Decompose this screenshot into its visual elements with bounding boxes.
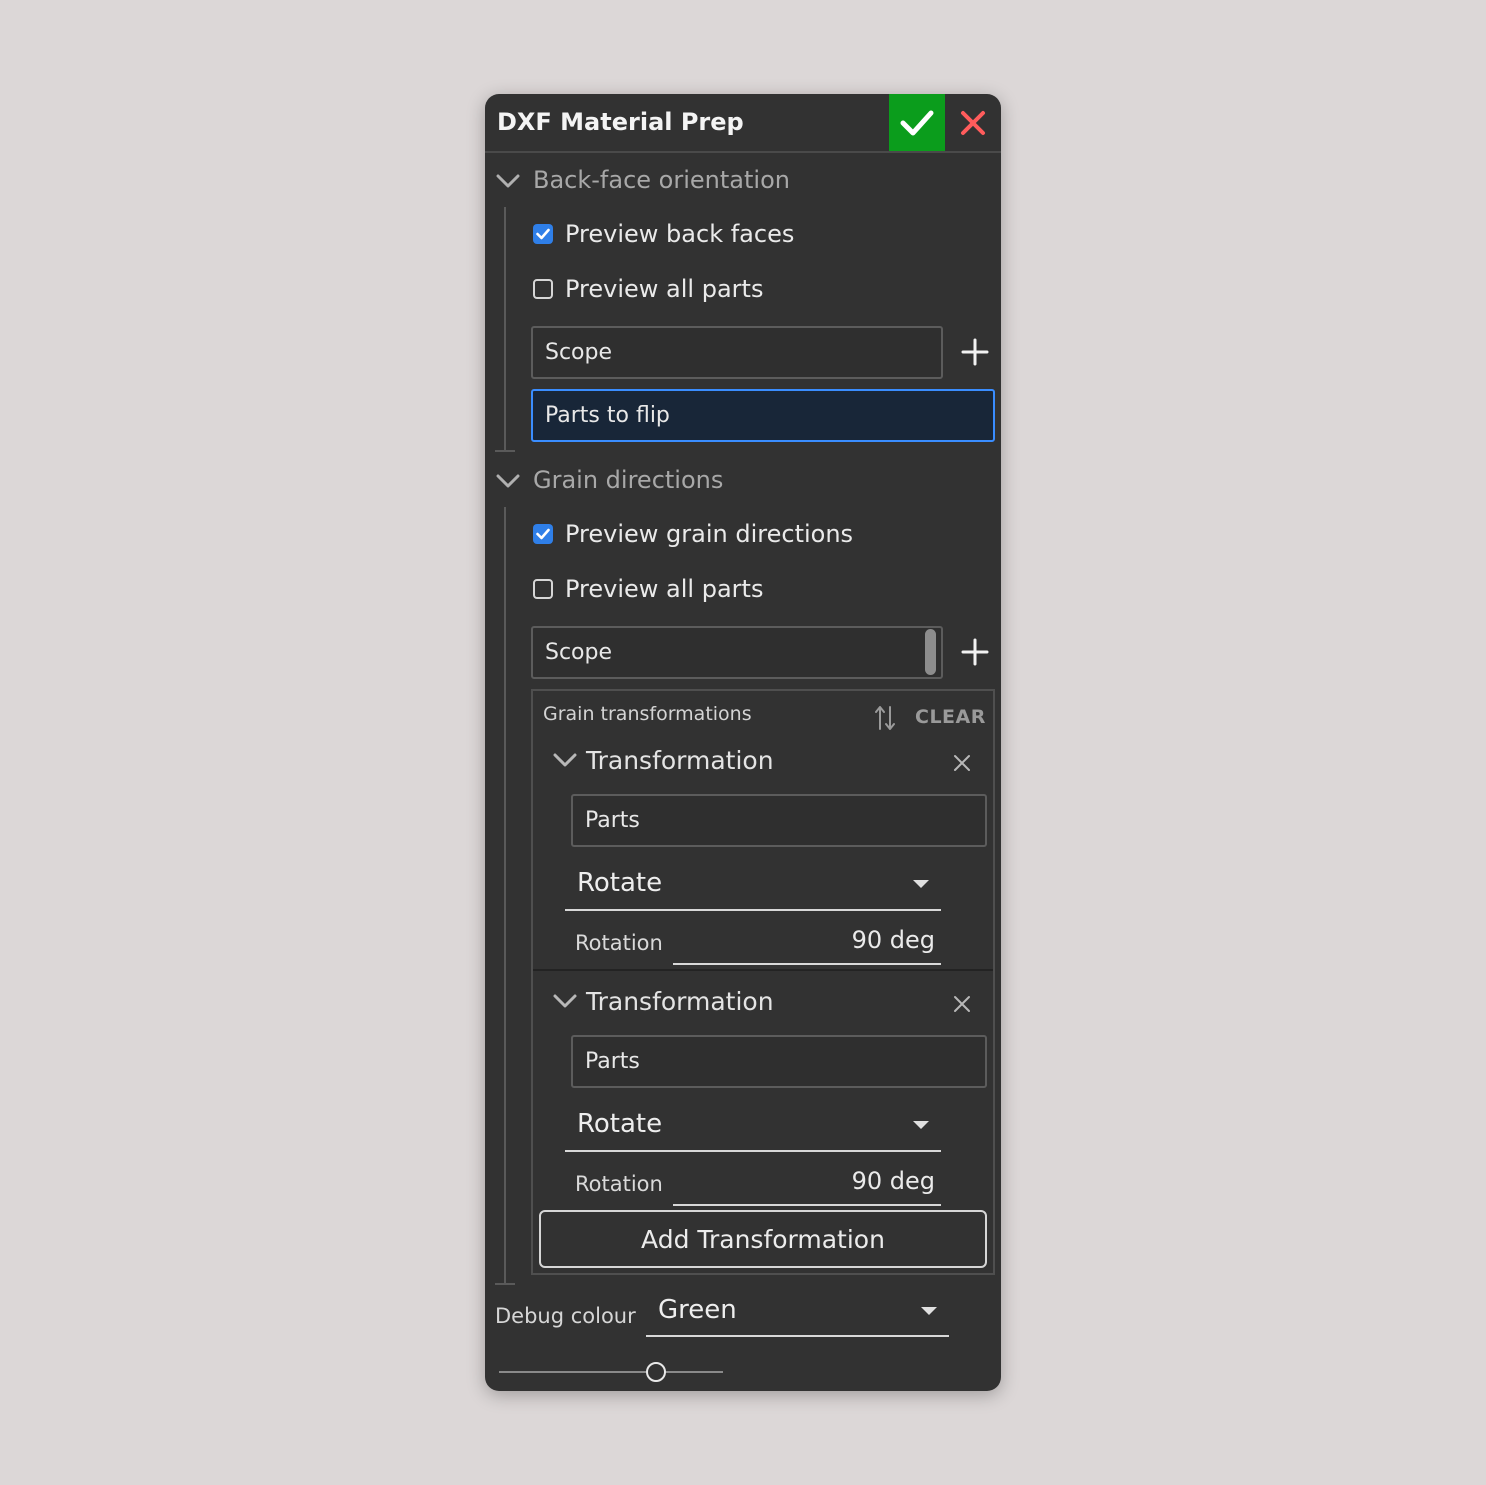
checkmark-icon bbox=[900, 110, 934, 135]
grain-preview-all-parts-label: Preview all parts bbox=[565, 575, 764, 603]
checkbox-unchecked-icon bbox=[533, 279, 553, 299]
section-rail-end bbox=[495, 1283, 515, 1285]
debug-colour-value: Green bbox=[658, 1295, 737, 1325]
grain-section-title[interactable]: Grain directions bbox=[533, 466, 723, 494]
grain-preview-all-parts-checkbox[interactable]: Preview all parts bbox=[533, 575, 763, 603]
checkbox-checked-icon bbox=[533, 524, 553, 544]
checkbox-unchecked-icon bbox=[533, 579, 553, 599]
transformation-2-title: Transformation bbox=[586, 987, 774, 1016]
remove-transformation-1-icon[interactable] bbox=[953, 754, 971, 772]
grain-section-toggle[interactable] bbox=[495, 473, 521, 493]
debug-colour-label: Debug colour bbox=[495, 1304, 636, 1328]
transformation-1-rotation-label: Rotation bbox=[575, 931, 663, 955]
chevron-down-icon bbox=[496, 174, 520, 188]
dialog-title: DXF Material Prep bbox=[497, 108, 744, 136]
back-face-section-toggle[interactable] bbox=[495, 173, 521, 193]
add-scope-icon[interactable] bbox=[960, 337, 990, 367]
back-face-scope-placeholder: Scope bbox=[545, 340, 613, 365]
transformation-1-toggle[interactable] bbox=[552, 752, 578, 772]
remove-transformation-2-icon[interactable] bbox=[953, 995, 971, 1013]
dxf-material-prep-dialog: DXF Material Prep Back-face orientation … bbox=[485, 94, 1001, 1391]
scope-scrollbar[interactable] bbox=[925, 629, 936, 675]
dropdown-caret-icon bbox=[913, 1121, 929, 1129]
parts-to-flip-field[interactable]: Parts to flip bbox=[531, 389, 995, 442]
preview-all-parts-label: Preview all parts bbox=[565, 275, 764, 303]
preview-all-parts-checkbox[interactable]: Preview all parts bbox=[533, 275, 763, 303]
chevron-down-icon bbox=[553, 753, 577, 767]
transformation-1-type-select[interactable]: Rotate bbox=[565, 862, 941, 911]
transformation-2-parts-field[interactable]: Parts bbox=[571, 1035, 987, 1088]
section-rail bbox=[504, 507, 506, 1284]
section-rail bbox=[504, 207, 506, 451]
transformation-2-type-value: Rotate bbox=[577, 1109, 663, 1139]
transformation-1-title: Transformation bbox=[586, 746, 774, 775]
preview-back-faces-label: Preview back faces bbox=[565, 220, 795, 248]
grain-transformations-label: Grain transformations bbox=[543, 703, 752, 725]
add-transformation-button[interactable]: Add Transformation bbox=[539, 1210, 987, 1268]
preview-back-faces-checkbox[interactable]: Preview back faces bbox=[533, 220, 794, 248]
slider-handle[interactable] bbox=[645, 1362, 666, 1382]
preview-grain-directions-label: Preview grain directions bbox=[565, 520, 854, 548]
dropdown-caret-icon bbox=[913, 880, 929, 888]
clear-button[interactable]: CLEAR bbox=[915, 706, 986, 728]
transformation-1-parts-field[interactable]: Parts bbox=[571, 794, 987, 847]
checkbox-checked-icon bbox=[533, 224, 553, 244]
cancel-button[interactable] bbox=[945, 94, 1001, 151]
transformation-1-type-value: Rotate bbox=[577, 868, 663, 898]
debug-colour-select[interactable]: Green bbox=[646, 1289, 949, 1337]
transformation-1-rotation-input[interactable]: 90 deg bbox=[673, 926, 941, 965]
transformation-1-parts-placeholder: Parts bbox=[585, 808, 640, 833]
close-icon bbox=[961, 110, 985, 135]
grain-scope-field[interactable]: Scope bbox=[531, 626, 943, 679]
dialog-header: DXF Material Prep bbox=[485, 94, 1001, 153]
sort-icon[interactable] bbox=[873, 703, 897, 733]
slider-track[interactable] bbox=[499, 1371, 723, 1373]
transformation-2-rotation-label: Rotation bbox=[575, 1172, 663, 1196]
add-scope-icon[interactable] bbox=[960, 637, 990, 667]
transformation-2-type-select[interactable]: Rotate bbox=[565, 1103, 941, 1152]
transformation-2-rotation-input[interactable]: 90 deg bbox=[673, 1167, 941, 1206]
grain-scope-placeholder: Scope bbox=[545, 640, 613, 665]
back-face-section-title[interactable]: Back-face orientation bbox=[533, 166, 790, 194]
parts-to-flip-placeholder: Parts to flip bbox=[545, 403, 670, 428]
transformation-2-parts-placeholder: Parts bbox=[585, 1049, 640, 1074]
preview-grain-directions-checkbox[interactable]: Preview grain directions bbox=[533, 520, 853, 548]
back-face-scope-field[interactable]: Scope bbox=[531, 326, 943, 379]
accept-button[interactable] bbox=[889, 94, 945, 151]
chevron-down-icon bbox=[496, 474, 520, 488]
section-rail-end bbox=[495, 450, 515, 452]
dropdown-caret-icon bbox=[921, 1307, 937, 1315]
chevron-down-icon bbox=[553, 994, 577, 1008]
transformation-2-toggle[interactable] bbox=[552, 993, 578, 1013]
transformation-divider bbox=[533, 969, 993, 971]
